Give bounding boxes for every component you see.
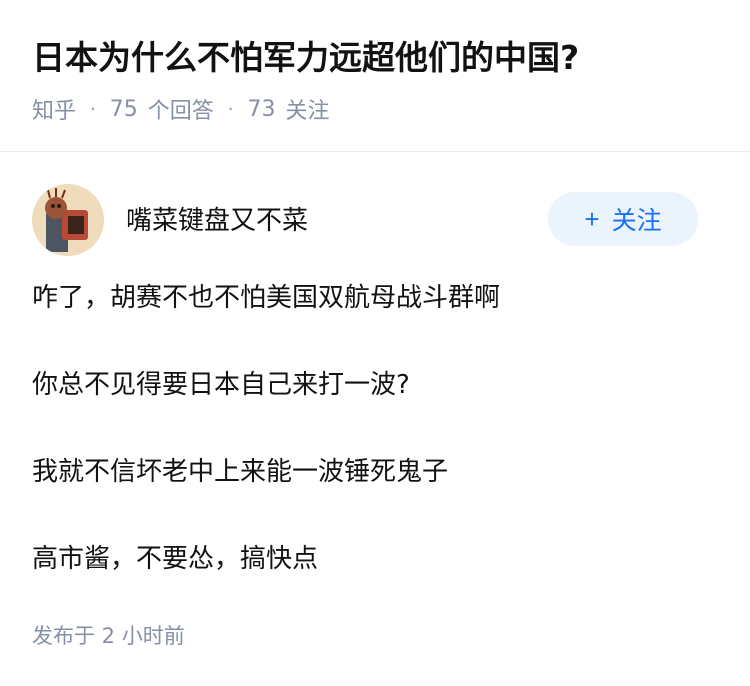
follow-button[interactable]: + 关注 bbox=[548, 192, 698, 246]
separator-dot: · bbox=[90, 98, 96, 120]
author-row: 嘴菜键盘又不菜 + 关注 bbox=[32, 182, 718, 258]
posted-time: 发布于 2 小时前 bbox=[32, 624, 185, 648]
avatar[interactable] bbox=[32, 184, 104, 256]
answer-paragraph: 我就不信坏老中上来能一波锤死鬼子 bbox=[32, 457, 449, 487]
answer-paragraph: 你总不见得要日本自己来打一波? bbox=[32, 370, 410, 400]
answers-count: 75 bbox=[109, 96, 138, 122]
author-name[interactable]: 嘴菜键盘又不菜 bbox=[126, 200, 308, 237]
answer-paragraph: 咋了，胡赛不也不怕美国双航母战斗群啊 bbox=[32, 283, 501, 313]
follow-label: 关注 bbox=[611, 207, 662, 235]
answer-card: 嘴菜键盘又不菜 + 关注 咋了，胡赛不也不怕美国双航母战斗群啊 你总不见得要日本… bbox=[0, 182, 750, 579]
followers-label: 关注 bbox=[285, 99, 330, 124]
source-label: 知乎 bbox=[32, 99, 77, 124]
followers-count: 73 bbox=[247, 96, 276, 122]
separator-dot: · bbox=[227, 98, 234, 120]
answer-content: 咋了，胡赛不也不怕美国双航母战斗群啊 你总不见得要日本自己来打一波? 我就不信坏… bbox=[32, 278, 718, 579]
plus-icon: + bbox=[584, 203, 600, 234]
answer-paragraph: 高市酱，不要怂，搞快点 bbox=[32, 544, 319, 574]
answer-page: 日本为什么不怕军力远超他们的中国? 知乎 · 75 个回答 · 73 关注 嘴菜… bbox=[0, 0, 750, 686]
answers-label[interactable]: 个回答 bbox=[148, 93, 214, 125]
question-header: 日本为什么不怕军力远超他们的中国? 知乎 · 75 个回答 · 73 关注 bbox=[0, 0, 750, 152]
avatar-image bbox=[32, 184, 104, 256]
question-meta: 知乎 · 75 个回答 · 73 关注 bbox=[32, 93, 718, 125]
question-title[interactable]: 日本为什么不怕军力远超他们的中国? bbox=[32, 36, 718, 80]
